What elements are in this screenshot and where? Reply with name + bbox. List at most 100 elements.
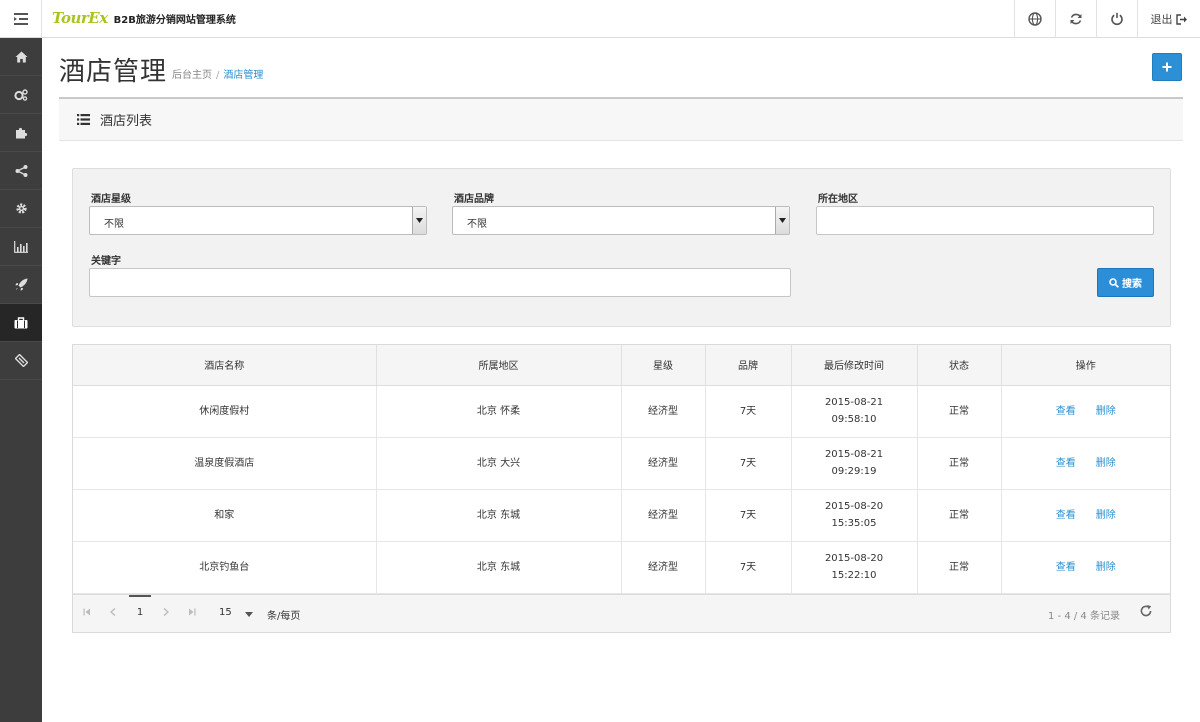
brand-cell: 7天 (705, 489, 792, 542)
search-button-label: 搜索 (1122, 279, 1142, 290)
column-header[interactable]: 所属地区 (376, 345, 622, 386)
search-button[interactable]: 搜索 (1097, 268, 1154, 297)
chevron-down-icon[interactable] (245, 612, 253, 617)
sidebar-item-share[interactable] (0, 152, 42, 190)
sidebar-item-home[interactable] (0, 38, 42, 76)
refresh-icon[interactable] (1139, 604, 1153, 618)
modified-time-cell: 2015-08-21 09:29:19 (791, 437, 918, 490)
sidebar (0, 38, 42, 722)
keyword-filter-label: 关键字 (91, 256, 121, 267)
view-link[interactable]: 查看 (1056, 458, 1076, 469)
filter-form: 酒店星级 不限 酒店品牌 不限 所在地区 关键字 搜索 (72, 168, 1171, 327)
delete-link[interactable]: 删除 (1096, 562, 1116, 573)
brand-filter-value: 不限 (467, 219, 487, 230)
table-header-row: 酒店名称 所属地区 星级 品牌 最后修改时间 状态 操作 (73, 345, 1170, 386)
sidebar-item-reports[interactable] (0, 228, 42, 266)
table-row[interactable]: 温泉度假酒店 北京 大兴 经济型 7天 2015-08-21 09:29:19 正… (73, 437, 1170, 490)
brand-cell: 7天 (705, 385, 792, 438)
briefcase-icon (14, 316, 28, 328)
hotel-name-cell: 温泉度假酒店 (73, 437, 377, 490)
status-cell: 正常 (917, 489, 1002, 542)
delete-link[interactable]: 删除 (1096, 406, 1116, 417)
column-header[interactable]: 星级 (621, 345, 706, 386)
breadcrumb-current: 酒店管理 (223, 70, 264, 81)
brand-cell: 7天 (705, 437, 792, 490)
column-header[interactable]: 酒店名称 (73, 345, 377, 386)
column-header[interactable]: 品牌 (705, 345, 792, 386)
add-hotel-button[interactable] (1152, 53, 1182, 81)
view-link[interactable]: 查看 (1056, 510, 1076, 521)
first-page-icon[interactable] (83, 608, 91, 616)
modified-date: 2015-08-21 (824, 397, 884, 408)
actions-cell: 查看 删除 (1001, 437, 1170, 490)
table-row[interactable]: 北京钓鱼台 北京 东城 经济型 7天 2015-08-20 15:22:10 正常… (73, 541, 1170, 594)
menu-toggle-icon[interactable] (0, 0, 42, 38)
modified-clock: 15:35:05 (831, 518, 877, 529)
view-link[interactable]: 查看 (1056, 406, 1076, 417)
cogs-icon (14, 88, 28, 101)
next-page-icon[interactable] (163, 608, 169, 616)
table-row[interactable]: 休闲度假村 北京 怀柔 经济型 7天 2015-08-21 09:58:10 正常… (73, 385, 1170, 438)
sidebar-item-hotels[interactable] (0, 304, 42, 342)
logout-button[interactable]: 退出 (1137, 0, 1200, 38)
column-header[interactable]: 最后修改时间 (791, 345, 918, 386)
column-header[interactable]: 状态 (917, 345, 1002, 386)
pager: 1 15 条/每页 1 - 4 / 4 条记录 (73, 594, 1170, 632)
panel-title: 酒店列表 (100, 114, 153, 129)
refresh-icon[interactable] (1055, 0, 1096, 38)
page-title: 酒店管理 (59, 57, 168, 87)
page-size-select[interactable]: 15 (219, 607, 232, 618)
sidebar-item-launch[interactable] (0, 266, 42, 304)
star-cell: 经济型 (621, 437, 706, 490)
globe-icon[interactable] (1014, 0, 1055, 38)
logout-icon (1175, 13, 1187, 25)
power-icon[interactable] (1096, 0, 1137, 38)
brand-filter-select[interactable]: 不限 (452, 206, 790, 235)
top-actions: 退出 (1014, 0, 1200, 38)
hotel-name-cell: 北京钓鱼台 (73, 541, 377, 594)
brand-cell: 7天 (705, 541, 792, 594)
star-cell: 经济型 (621, 541, 706, 594)
keyword-input[interactable] (89, 268, 791, 297)
status-cell: 正常 (917, 541, 1002, 594)
list-icon (77, 114, 90, 125)
region-filter-input[interactable] (816, 206, 1154, 235)
modified-time-cell: 2015-08-20 15:22:10 (791, 541, 918, 594)
modified-clock: 15:22:10 (831, 570, 877, 581)
sidebar-item-plugins[interactable] (0, 114, 42, 152)
logo[interactable]: TourEx B2B旅游分销网站管理系统 (52, 9, 236, 27)
sidebar-item-tickets[interactable] (0, 342, 42, 380)
table-row[interactable]: 和家 北京 东城 经济型 7天 2015-08-20 15:35:05 正常 查看… (73, 489, 1170, 542)
prev-page-icon[interactable] (110, 608, 116, 616)
last-page-icon[interactable] (188, 608, 196, 616)
dropdown-arrow-icon (775, 207, 789, 234)
actions-cell: 查看 删除 (1001, 541, 1170, 594)
star-cell: 经济型 (621, 385, 706, 438)
logout-label: 退出 (1150, 13, 1173, 26)
breadcrumb: 后台主页 / 酒店管理 (172, 66, 263, 81)
breadcrumb-home-link[interactable]: 后台主页 (172, 70, 212, 81)
sidebar-item-settings[interactable] (0, 190, 42, 228)
region-cell: 北京 大兴 (376, 437, 622, 490)
delete-link[interactable]: 删除 (1096, 458, 1116, 469)
per-page-label: 条/每页 (267, 611, 301, 622)
region-cell: 北京 东城 (376, 489, 622, 542)
modified-time-cell: 2015-08-20 15:35:05 (791, 489, 918, 542)
star-filter-select[interactable]: 不限 (89, 206, 427, 235)
page-number-current[interactable]: 1 (129, 595, 151, 633)
delete-link[interactable]: 删除 (1096, 510, 1116, 521)
plus-icon (1162, 62, 1172, 72)
dropdown-arrow-icon (412, 207, 426, 234)
share-icon (15, 164, 27, 177)
status-cell: 正常 (917, 385, 1002, 438)
star-filter-value: 不限 (104, 219, 124, 230)
main-content: 酒店管理 后台主页 / 酒店管理 酒店列表 酒店星级 不限 酒店品牌 不限 所在地区… (42, 38, 1200, 722)
logo-text: TourEx (52, 9, 108, 27)
star-cell: 经济型 (621, 489, 706, 542)
hotel-name-cell: 休闲度假村 (73, 385, 377, 438)
panel-header: 酒店列表 (59, 97, 1183, 141)
actions-cell: 查看 删除 (1001, 489, 1170, 542)
sidebar-item-settings-group[interactable] (0, 76, 42, 114)
view-link[interactable]: 查看 (1056, 562, 1076, 573)
modified-date: 2015-08-21 (824, 449, 884, 460)
